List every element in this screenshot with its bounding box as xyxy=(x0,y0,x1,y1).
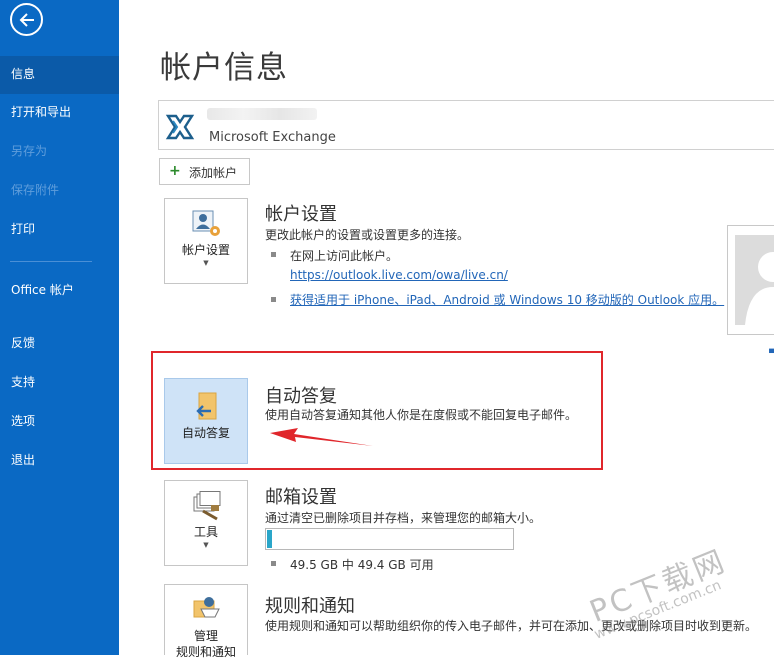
nav-print-label: 打印 xyxy=(11,222,36,236)
nav-feedback[interactable]: 反馈 xyxy=(0,335,119,351)
mailbox-usage-bar xyxy=(265,528,514,550)
nav-save-as: 另存为 xyxy=(0,143,119,159)
account-settings-tile[interactable]: 帐户设置 ▼ xyxy=(164,198,248,284)
nav-print[interactable]: 打印 xyxy=(0,221,119,237)
nav-info-label: 信息 xyxy=(11,67,36,81)
rules-icon xyxy=(193,597,220,618)
chevron-down-icon: ▼ xyxy=(203,259,209,267)
nav-options[interactable]: 选项 xyxy=(0,413,119,429)
profile-photo[interactable] xyxy=(735,235,774,325)
owa-link[interactable]: https://outlook.live.com/owa/live.cn/ xyxy=(290,268,508,282)
tools-tile[interactable]: 工具 ▼ xyxy=(164,480,248,566)
manage-rules-tile-label2: 规则和通知 xyxy=(175,645,236,659)
account-type: Microsoft Exchange xyxy=(209,130,336,145)
back-arrow-icon xyxy=(19,13,34,27)
nav-save-attachments-label: 保存附件 xyxy=(11,183,60,197)
mailbox-settings-desc: 通过清空已删除项目并存档，来管理您的邮箱大小。 xyxy=(265,511,542,525)
account-settings-title: 帐户设置 xyxy=(265,204,337,225)
nav-open-export[interactable]: 打开和导出 xyxy=(0,104,119,120)
account-selector[interactable]: Microsoft Exchange xyxy=(158,100,774,150)
exchange-icon xyxy=(165,114,195,140)
bullet-icon xyxy=(271,252,276,257)
mailbox-settings-title: 邮箱设置 xyxy=(265,487,337,508)
page-title: 帐户信息 xyxy=(160,50,288,86)
nav-office-account[interactable]: Office 帐户 xyxy=(0,282,75,298)
account-settings-icon xyxy=(192,210,220,236)
account-email-blurred xyxy=(207,108,317,120)
bullet-icon xyxy=(271,297,276,302)
annotation-highlight-box xyxy=(151,351,603,470)
tools-icon xyxy=(193,491,221,521)
add-account-label: 添加帐户 xyxy=(189,166,238,180)
nav-support-label: 支持 xyxy=(11,375,36,389)
plus-icon: + xyxy=(169,163,181,179)
manage-rules-tile-label: 管理 xyxy=(193,629,218,643)
mailbox-usage-text: 49.5 GB 中 49.4 GB 可用 xyxy=(290,558,434,572)
mailbox-usage-fill xyxy=(267,530,272,548)
account-settings-tile-label: 帐户设置 xyxy=(181,243,230,257)
nav-save-attachments: 保存附件 xyxy=(0,182,119,198)
chevron-down-icon: ▼ xyxy=(203,541,209,549)
manage-rules-tile[interactable]: 管理 规则和通知 xyxy=(164,584,248,659)
web-access-text: 在网上访问此帐户。 xyxy=(290,249,399,263)
rules-title: 规则和通知 xyxy=(265,596,355,617)
rules-desc: 使用规则和通知可以帮助组织你的传入电子邮件，并可在添加、更改或删除项目时收到更新… xyxy=(265,619,758,633)
account-settings-desc: 更改此帐户的设置或设置更多的连接。 xyxy=(265,228,470,242)
nav-save-as-label: 另存为 xyxy=(11,144,48,158)
bullet-icon xyxy=(271,561,276,566)
person-silhouette-icon xyxy=(745,252,774,325)
nav-exit-label: 退出 xyxy=(11,453,36,467)
nav-info[interactable]: 信息 xyxy=(0,56,119,94)
tools-tile-label: 工具 xyxy=(193,525,218,539)
backstage-sidebar: 信息 打开和导出 另存为 保存附件 打印 Office 帐户 反馈 支持 选项 … xyxy=(0,0,119,655)
change-photo-link[interactable]: ▬ xyxy=(768,343,774,355)
add-account-button[interactable]: + 添加帐户 xyxy=(159,158,250,185)
back-button[interactable] xyxy=(10,3,43,36)
nav-support[interactable]: 支持 xyxy=(0,374,119,390)
nav-office-account-label: Office 帐户 xyxy=(11,283,74,297)
nav-exit[interactable]: 退出 xyxy=(0,452,119,468)
nav-open-export-label: 打开和导出 xyxy=(11,105,72,119)
annotation-arrow-icon xyxy=(270,428,373,446)
nav-divider xyxy=(10,261,92,262)
nav-feedback-label: 反馈 xyxy=(11,336,36,350)
nav-options-label: 选项 xyxy=(11,414,36,428)
mobile-app-link[interactable]: 获得适用于 iPhone、iPad、Android 或 Windows 10 移… xyxy=(290,291,724,308)
